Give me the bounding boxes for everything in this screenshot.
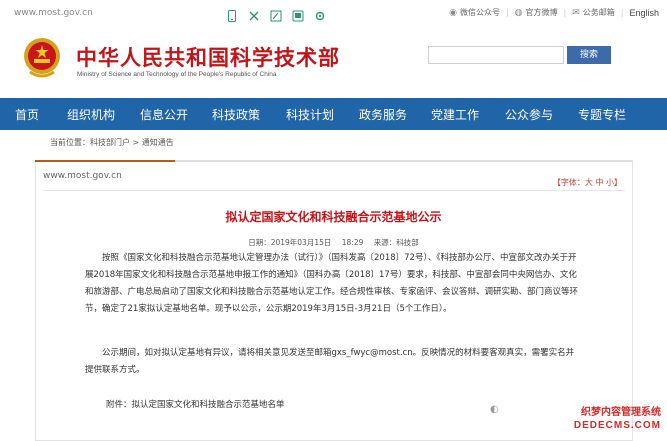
mobile-icon[interactable] [225, 9, 239, 23]
separator: | [563, 8, 567, 17]
panel-site-url: www.most.gov.cn [43, 171, 122, 181]
nav-item-info[interactable]: 信息公开 [128, 106, 200, 123]
watermark-domain: DEDECMS.COM [573, 420, 661, 431]
separator: | [620, 8, 624, 17]
nav-item-policy[interactable]: 科技政策 [200, 106, 272, 123]
separator: | [505, 8, 509, 17]
nav-item-topics[interactable]: 专题专栏 [566, 106, 638, 123]
article-paragraph: 公示期间，如对拟认定基地有异议，请将相关意见发送至邮箱gxs_fwyc@most… [85, 348, 575, 375]
site-url: www.most.gov.cn [14, 8, 93, 18]
watermark-text: 织梦内容管理系统 [581, 407, 661, 418]
article-date: 日期：2019年03月15日 [248, 238, 332, 247]
main-nav: 首页 组织机构 信息公开 科技政策 科技计划 政务服务 党建工作 公众参与 专题… [0, 98, 667, 130]
wechat-watermark-icon: ◐ [490, 404, 499, 415]
search-input[interactable] [428, 46, 564, 64]
edit-icon[interactable] [269, 9, 283, 23]
nav-item-organization[interactable]: 组织机构 [54, 106, 128, 123]
article-time: 18:29 [341, 238, 364, 247]
attachment-link[interactable]: 附件：拟认定国家文化和科技融合示范基地名单 [106, 398, 285, 410]
share-icon[interactable] [247, 9, 261, 23]
email-link[interactable]: ✉ 公务邮箱 [572, 7, 615, 18]
weibo-icon: ◍ [514, 7, 523, 18]
divider [43, 190, 625, 191]
watermark: 织梦内容管理系统 DEDECMS.COM [543, 403, 661, 437]
wechat-icon: ◉ [449, 7, 457, 18]
article-title: 拟认定国家文化和科技融合示范基地公示 [225, 210, 442, 224]
top-links: ◉ 微信公众号 | ◍ 官方微博 | ✉ 公务邮箱 | English [449, 7, 659, 18]
mail-icon: ✉ [572, 7, 580, 18]
ministry-title: 中华人民共和国科学技术部 [76, 46, 340, 70]
nav-item-party[interactable]: 党建工作 [418, 106, 492, 123]
site-header: 中华人民共和国科学技术部 Ministry of Science and Tec… [0, 30, 667, 96]
article-body: 按照《国家文化和科技融合示范基地认定管理办法（试行）》（国科发高〔2018〕72… [85, 250, 580, 318]
english-link[interactable]: English [629, 8, 659, 18]
tablet-icon[interactable] [291, 9, 305, 23]
settings-icon[interactable] [313, 9, 327, 23]
nav-item-plans[interactable]: 科技计划 [272, 106, 348, 123]
nav-item-services[interactable]: 政务服务 [348, 106, 418, 123]
wechat-link[interactable]: ◉ 微信公众号 [449, 7, 500, 18]
breadcrumb[interactable]: 当前位置：科技部门户 > 通知通告 [50, 137, 174, 148]
nav-item-public[interactable]: 公众参与 [492, 106, 566, 123]
ministry-subtitle: Ministry of Science and Technology of th… [77, 71, 277, 78]
article-meta: 日期：2019年03月15日 18:29 来源：科技部 [0, 237, 667, 248]
article-source: 来源：科技部 [373, 238, 419, 247]
font-size-control[interactable]: 【字体：大 中 小】 [553, 177, 622, 188]
top-utility-bar: www.most.gov.cn ◉ 微信公众号 | ◍ 官方微博 | ✉ 公务邮箱 |… [0, 0, 667, 30]
top-icon-group [225, 9, 327, 23]
search-button[interactable]: 搜索 [567, 46, 611, 64]
nav-item-home[interactable]: 首页 [0, 106, 54, 123]
national-emblem-icon [24, 38, 60, 78]
weibo-link[interactable]: ◍ 官方微博 [515, 7, 558, 18]
article-paragraph: 按照《国家文化和科技融合示范基地认定管理办法（试行）》（国科发高〔2018〕72… [85, 253, 579, 314]
